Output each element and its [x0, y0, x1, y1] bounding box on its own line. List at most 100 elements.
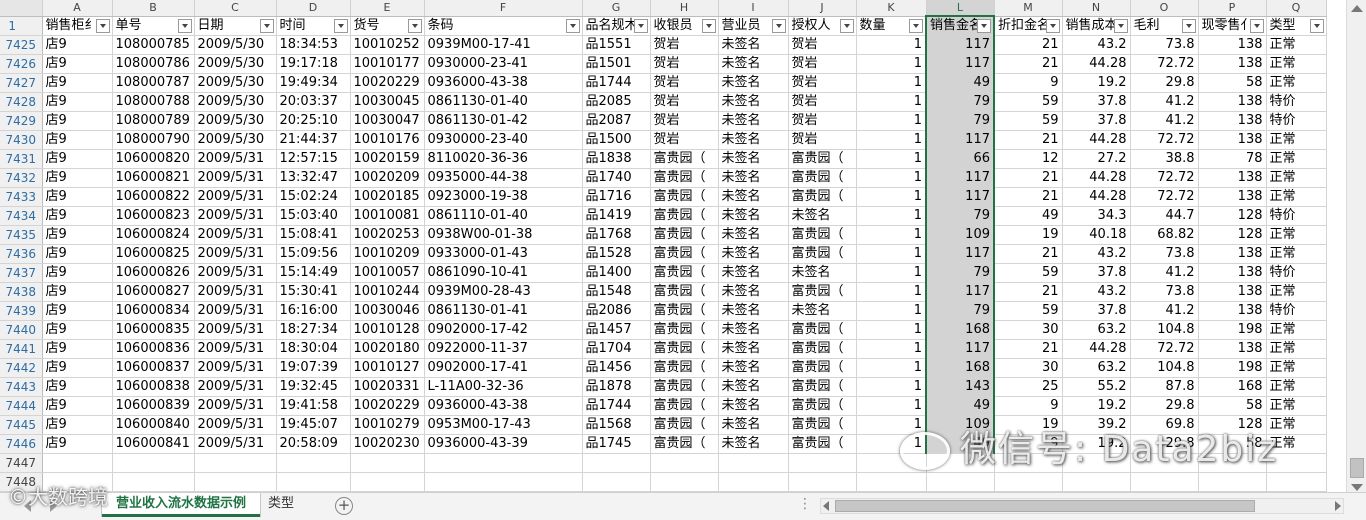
- table-cell[interactable]: 贺岩: [788, 111, 857, 131]
- empty-cell[interactable]: [276, 472, 351, 492]
- table-cell[interactable]: 10020185: [350, 187, 425, 207]
- table-cell[interactable]: 10020229: [350, 73, 425, 93]
- tab-prev-icon[interactable]: [24, 500, 31, 512]
- table-cell[interactable]: 1: [856, 111, 927, 131]
- row-number[interactable]: 7436: [0, 244, 43, 264]
- table-cell[interactable]: 10030046: [350, 301, 425, 321]
- table-cell[interactable]: 正常: [1266, 73, 1327, 93]
- table-cell[interactable]: 富贵园（: [650, 225, 719, 245]
- table-cell[interactable]: 富贵园（: [650, 206, 719, 226]
- sheet-tab-revenue-example[interactable]: 营业收入流水数据示例: [102, 493, 261, 517]
- table-cell[interactable]: 128: [1198, 206, 1267, 226]
- table-cell[interactable]: 1: [856, 187, 927, 207]
- table-header-cell[interactable]: 授权人: [788, 16, 857, 36]
- table-cell[interactable]: 2009/5/31: [194, 320, 277, 340]
- table-cell[interactable]: 正常: [1266, 54, 1327, 74]
- table-cell[interactable]: 店9: [42, 168, 113, 188]
- table-cell[interactable]: 店9: [42, 35, 113, 55]
- table-cell[interactable]: 品1501: [582, 54, 651, 74]
- table-cell[interactable]: 未签名: [718, 377, 789, 397]
- table-cell[interactable]: 品1528: [582, 244, 651, 264]
- table-cell[interactable]: 41.2: [1130, 92, 1199, 112]
- table-cell[interactable]: 1: [856, 244, 927, 264]
- table-cell[interactable]: 特价: [1266, 263, 1327, 283]
- table-cell[interactable]: 106000839: [112, 396, 195, 416]
- table-cell[interactable]: 0936000-43-38: [424, 73, 583, 93]
- table-cell[interactable]: 2009/5/31: [194, 244, 277, 264]
- table-cell[interactable]: 贺岩: [788, 73, 857, 93]
- table-cell[interactable]: 19:32:45: [276, 377, 351, 397]
- table-cell[interactable]: 106000822: [112, 187, 195, 207]
- table-cell[interactable]: 富贵园（: [788, 434, 857, 454]
- table-cell[interactable]: 10010244: [350, 282, 425, 302]
- row-number[interactable]: 7437: [0, 263, 43, 283]
- table-cell[interactable]: 10020229: [350, 396, 425, 416]
- table-cell[interactable]: 21:44:37: [276, 130, 351, 150]
- table-cell[interactable]: 富贵园（: [650, 168, 719, 188]
- table-cell[interactable]: 79: [925, 206, 995, 226]
- row-number[interactable]: 7429: [0, 111, 43, 131]
- select-all-corner[interactable]: [0, 0, 43, 17]
- table-cell[interactable]: 富贵园（: [650, 358, 719, 378]
- table-cell[interactable]: 富贵园（: [788, 168, 857, 188]
- table-cell[interactable]: 73.8: [1130, 282, 1199, 302]
- table-cell[interactable]: 店9: [42, 396, 113, 416]
- table-cell[interactable]: 未签名: [718, 54, 789, 74]
- table-cell[interactable]: 2009/5/30: [194, 35, 277, 55]
- empty-cell[interactable]: [650, 453, 719, 473]
- table-cell[interactable]: 1: [856, 282, 927, 302]
- table-cell[interactable]: 138: [1198, 35, 1267, 55]
- column-header-p[interactable]: P: [1198, 0, 1267, 17]
- table-header-cell[interactable]: 营业员: [718, 16, 789, 36]
- table-cell[interactable]: 品1568: [582, 415, 651, 435]
- table-cell[interactable]: 8110020-36-36: [424, 149, 583, 169]
- table-cell[interactable]: 0936000-43-38: [424, 396, 583, 416]
- filter-dropdown-icon[interactable]: [1113, 18, 1128, 33]
- row-number[interactable]: 7439: [0, 301, 43, 321]
- column-header-f[interactable]: F: [424, 0, 583, 17]
- filter-dropdown-icon[interactable]: [909, 18, 923, 33]
- table-cell[interactable]: 10010081: [350, 206, 425, 226]
- table-cell[interactable]: 正常: [1266, 168, 1327, 188]
- table-cell[interactable]: 168: [1198, 377, 1267, 397]
- table-cell[interactable]: 店9: [42, 358, 113, 378]
- empty-cell[interactable]: [112, 472, 195, 492]
- table-cell[interactable]: 未签名: [718, 130, 789, 150]
- table-cell[interactable]: 10010127: [350, 358, 425, 378]
- table-header-cell[interactable]: 销售金名: [925, 16, 995, 36]
- table-cell[interactable]: 2009/5/31: [194, 301, 277, 321]
- table-cell[interactable]: 2009/5/31: [194, 377, 277, 397]
- table-cell[interactable]: 79: [925, 263, 995, 283]
- table-cell[interactable]: 168: [925, 320, 995, 340]
- table-cell[interactable]: 1: [856, 35, 927, 55]
- table-cell[interactable]: 正常: [1266, 187, 1327, 207]
- table-cell[interactable]: 店9: [42, 415, 113, 435]
- column-header-o[interactable]: O: [1130, 0, 1199, 17]
- table-cell[interactable]: 19.2: [1062, 396, 1131, 416]
- table-cell[interactable]: 未签名: [718, 35, 789, 55]
- scroll-up-icon[interactable]: [1351, 5, 1363, 12]
- table-cell[interactable]: 79: [925, 301, 995, 321]
- table-cell[interactable]: 1: [856, 206, 927, 226]
- table-cell[interactable]: 0936000-43-39: [424, 434, 583, 454]
- empty-cell[interactable]: [1130, 472, 1199, 492]
- table-cell[interactable]: 品1744: [582, 396, 651, 416]
- table-cell[interactable]: 未签名: [718, 92, 789, 112]
- table-cell[interactable]: 10010128: [350, 320, 425, 340]
- table-cell[interactable]: 108000789: [112, 111, 195, 131]
- table-cell[interactable]: 富贵园（: [650, 415, 719, 435]
- table-cell[interactable]: 117: [925, 187, 995, 207]
- table-cell[interactable]: 1: [856, 339, 927, 359]
- table-cell[interactable]: 1: [856, 358, 927, 378]
- table-cell[interactable]: 品1457: [582, 320, 651, 340]
- table-cell[interactable]: 58: [1198, 434, 1267, 454]
- table-cell[interactable]: 38.8: [1130, 149, 1199, 169]
- table-cell[interactable]: 10020253: [350, 225, 425, 245]
- empty-cell[interactable]: [1266, 453, 1327, 473]
- empty-cell[interactable]: [350, 453, 425, 473]
- table-cell[interactable]: 106000823: [112, 206, 195, 226]
- empty-cell[interactable]: [1198, 453, 1267, 473]
- table-cell[interactable]: 贺岩: [650, 111, 719, 131]
- filter-dropdown-icon[interactable]: [259, 18, 274, 33]
- table-cell[interactable]: 15:14:49: [276, 263, 351, 283]
